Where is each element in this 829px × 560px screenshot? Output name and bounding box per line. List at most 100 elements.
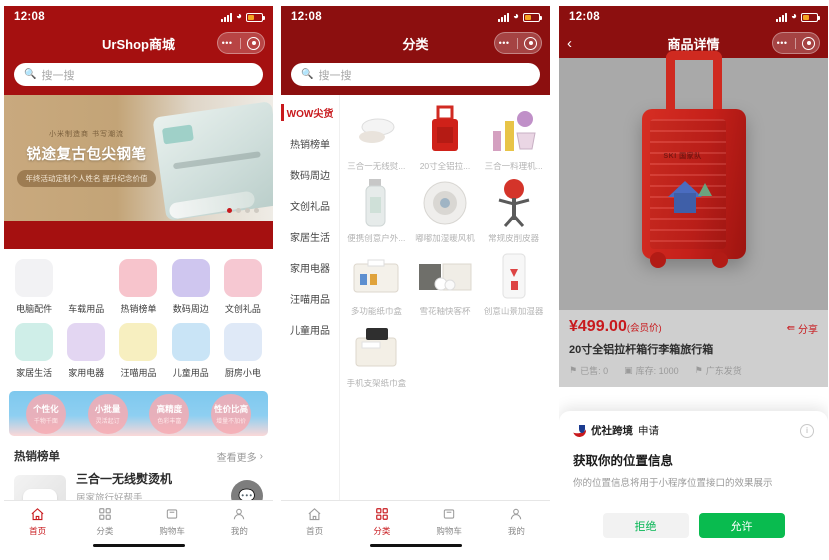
banner-dots[interactable] (227, 208, 259, 213)
product-cell[interactable]: 多功能纸巾盒 (344, 248, 409, 316)
product-gallery[interactable]: SKI 国家队 (559, 51, 828, 310)
sidebar-item-home-living[interactable]: 家居生活 (281, 221, 339, 252)
tab-cart[interactable]: 购物车 (139, 506, 206, 537)
signal-icon (497, 12, 509, 22)
search-icon: 🔍 (24, 69, 37, 80)
banner-kicker: 小米制造商 书写潮流 (49, 131, 124, 138)
tab-profile[interactable]: 我的 (483, 506, 550, 537)
category-item-0[interactable]: 电脑配件 (8, 259, 60, 315)
category-icon (15, 259, 54, 297)
category-item-5[interactable]: 家居生活 (8, 323, 60, 379)
deny-button[interactable]: 拒绝 (602, 513, 689, 538)
category-item-8[interactable]: 儿童用品 (165, 323, 217, 379)
search-placeholder-category: 搜一搜 (318, 69, 352, 82)
more-menu-icon[interactable]: ••• (222, 38, 233, 48)
tab-home[interactable]: 首页 (4, 506, 71, 537)
banner-dot-3[interactable] (245, 208, 250, 213)
product-name: 三合一无线熨... (347, 162, 406, 171)
category-item-1[interactable]: 车载用品 (60, 259, 112, 315)
sidebar-item-appliances[interactable]: 家用电器 (281, 252, 339, 283)
more-menu-icon[interactable]: ••• (777, 38, 788, 48)
status-icons: ◕ (775, 12, 820, 22)
tag-icon: ⚑ (569, 365, 578, 375)
cart-icon (442, 506, 456, 522)
wifi-icon: ◕ (235, 11, 242, 22)
product-cell[interactable]: 20寸全铝拉... (413, 103, 478, 171)
category-icon (119, 323, 158, 361)
permission-dialog: 优社跨境 申请 i 获取你的位置信息 你的位置信息将用于小程序位置接口的效果展示… (559, 411, 828, 552)
promo-sub: 千物千面 (33, 418, 58, 425)
cart-icon (165, 506, 179, 522)
info-icon[interactable]: i (800, 423, 814, 438)
promo-sub: 增量不加价 (216, 418, 247, 425)
tab-label: 购物车 (436, 526, 462, 536)
product-name: 20寸全铝拉... (419, 162, 471, 171)
sidebar-item-pets[interactable]: 汪喵用品 (281, 283, 339, 314)
status-bar-category: 12:08 ◕ (281, 6, 550, 28)
sidebar-item-kids[interactable]: 儿童用品 (281, 314, 339, 345)
category-item-3[interactable]: 数码周边 (165, 259, 217, 315)
banner-subtitle: 年终活动定制个人姓名 提升纪念价值 (17, 170, 156, 187)
capsule-divider (516, 37, 518, 49)
category-icon (15, 323, 54, 361)
target-icon[interactable] (524, 36, 538, 50)
category-sidebar: WOW尖货 热销榜单 数码周边 文创礼品 家居生活 家用电器 汪喵用品 儿童用品 (281, 95, 340, 512)
tab-category[interactable]: 分类 (348, 506, 415, 537)
promo-sub: 色彩丰富 (157, 418, 182, 425)
more-menu-icon[interactable]: ••• (499, 38, 510, 48)
phone-home: 12:08 ◕ UrShop商城 ••• 🔍 搜一搜 小米制造商 书写潮流 锐途… (4, 6, 273, 552)
category-item-4[interactable]: 文创礼品 (217, 259, 269, 315)
status-icons: ◕ (497, 12, 542, 22)
promo-title: 性价比高 (214, 403, 249, 414)
sidebar-item-gifts[interactable]: 文创礼品 (281, 190, 339, 221)
promo-banner[interactable]: 个性化 千物千面 小批量 灵活起订 高精度 色彩丰富 性价比高 增量不加价 (9, 391, 268, 436)
banner-dot-2[interactable] (236, 208, 241, 213)
home-banner[interactable]: 小米制造商 书写潮流 锐途复古包尖钢笔 年终活动定制个人姓名 提升纪念价值 (4, 95, 273, 221)
product-cell[interactable]: 嘟嘟加湿暖风机 (413, 175, 478, 243)
product-cell[interactable]: 创意山景加湿器 (481, 248, 546, 316)
home-indicator (369, 543, 462, 547)
sidebar-item-wow[interactable]: WOW尖货 (281, 97, 339, 128)
product-cell[interactable]: 常规皮削皮器 (481, 175, 546, 243)
view-more-button[interactable]: 查看更多 › (217, 449, 263, 464)
sidebar-item-hot[interactable]: 热销榜单 (281, 128, 339, 159)
allow-button[interactable]: 允许 (698, 513, 785, 538)
banner-dot-4[interactable] (254, 208, 259, 213)
search-input-home[interactable]: 🔍 搜一搜 (14, 63, 263, 86)
home-indicator (92, 543, 185, 547)
back-icon[interactable]: ‹ (567, 36, 585, 51)
target-icon[interactable] (802, 36, 816, 50)
product-image (348, 103, 404, 159)
permission-request-word: 申请 (638, 425, 659, 437)
category-icon (223, 323, 262, 361)
tab-label: 首页 (29, 526, 47, 536)
product-cell[interactable]: 便携创意户外... (344, 175, 409, 243)
share-button[interactable]: ⇚ 分享 (787, 321, 818, 336)
tab-profile[interactable]: 我的 (206, 506, 273, 537)
target-icon[interactable] (247, 36, 261, 50)
product-cell[interactable]: 雪花釉快客杯 (413, 248, 478, 316)
product-cell[interactable]: 三合一料理机... (481, 103, 546, 171)
category-label: 厨房小电 (224, 368, 261, 378)
battery-icon (246, 12, 265, 22)
banner-dot-1[interactable] (227, 208, 232, 213)
sidebar-item-digital[interactable]: 数码周边 (281, 159, 339, 190)
search-input-category[interactable]: 🔍 搜一搜 (291, 63, 540, 86)
status-time: 12:08 (569, 11, 600, 23)
category-item-6[interactable]: 家用电器 (60, 323, 112, 379)
product-cell[interactable]: 手机支架纸巾盒 (344, 320, 409, 388)
suitcase-wheel-right (711, 252, 728, 268)
category-item-7[interactable]: 汪喵用品 (112, 323, 164, 379)
tab-label: 首页 (306, 526, 324, 536)
mini-program-capsule-category[interactable]: ••• (494, 32, 542, 54)
category-item-2[interactable]: 热销榜单 (112, 259, 164, 315)
tab-cart[interactable]: 购物车 (416, 506, 483, 537)
category-label: 家居生活 (16, 368, 53, 378)
tab-category[interactable]: 分类 (71, 506, 138, 537)
mini-program-capsule-detail[interactable]: ••• (772, 32, 820, 54)
mini-program-capsule-home[interactable]: ••• (217, 32, 265, 54)
tab-home[interactable]: 首页 (281, 506, 348, 537)
product-cell[interactable]: 三合一无线熨... (344, 103, 409, 171)
product-image (348, 320, 404, 376)
category-item-9[interactable]: 厨房小电 (217, 323, 269, 379)
